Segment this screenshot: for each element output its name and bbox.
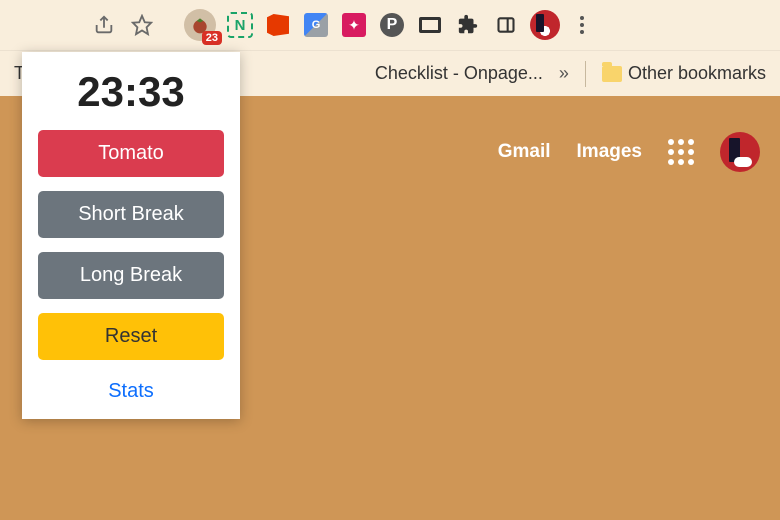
translate-icon: G: [304, 13, 328, 37]
extension-google-translate[interactable]: G: [302, 11, 330, 39]
extension-rectangle[interactable]: [416, 11, 444, 39]
bookmarks-overflow-button[interactable]: »: [559, 63, 569, 84]
puzzle-icon: [457, 14, 479, 36]
other-bookmarks-label: Other bookmarks: [628, 63, 766, 84]
extension-notion[interactable]: N: [226, 11, 254, 39]
pinterest-icon: P: [380, 13, 404, 37]
notion-icon: N: [227, 12, 253, 38]
timer-display: 23:33: [77, 68, 184, 116]
extension-magic-wand[interactable]: ✦: [340, 11, 368, 39]
extensions-menu-button[interactable]: [454, 11, 482, 39]
extension-tomato-timer[interactable]: 23: [184, 9, 216, 41]
share-icon: [93, 14, 115, 36]
share-button[interactable]: [90, 11, 118, 39]
short-break-button[interactable]: Short Break: [38, 191, 224, 238]
reset-button[interactable]: Reset: [38, 313, 224, 360]
profile-avatar-button[interactable]: [530, 10, 560, 40]
bookmark-checklist[interactable]: Checklist - Onpage...: [375, 63, 543, 84]
account-avatar-button[interactable]: [720, 132, 760, 172]
side-panel-icon: [496, 15, 516, 35]
folder-icon: [602, 66, 622, 82]
browser-menu-button[interactable]: [570, 13, 594, 37]
extension-office[interactable]: [264, 11, 292, 39]
star-icon: [131, 14, 153, 36]
stats-link[interactable]: Stats: [108, 374, 154, 409]
rectangle-icon: [419, 17, 441, 33]
google-page-header: Gmail Images: [498, 132, 760, 172]
browser-toolbar: 23 N G ✦ P: [0, 0, 780, 50]
tomato-timer-popup: 23:33 Tomato Short Break Long Break Rese…: [22, 52, 240, 419]
bookmarks-divider: [585, 61, 586, 87]
bookmark-label: Checklist - Onpage...: [375, 63, 543, 84]
wand-icon: ✦: [342, 13, 366, 37]
extension-badge: 23: [202, 31, 222, 45]
long-break-button[interactable]: Long Break: [38, 252, 224, 299]
bookmark-star-button[interactable]: [128, 11, 156, 39]
images-link[interactable]: Images: [577, 141, 642, 163]
extension-pinterest[interactable]: P: [378, 11, 406, 39]
google-apps-button[interactable]: [668, 139, 694, 165]
other-bookmarks-button[interactable]: Other bookmarks: [602, 63, 766, 84]
office-icon: [267, 14, 289, 36]
tomato-button[interactable]: Tomato: [38, 130, 224, 177]
gmail-link[interactable]: Gmail: [498, 141, 551, 163]
side-panel-button[interactable]: [492, 11, 520, 39]
